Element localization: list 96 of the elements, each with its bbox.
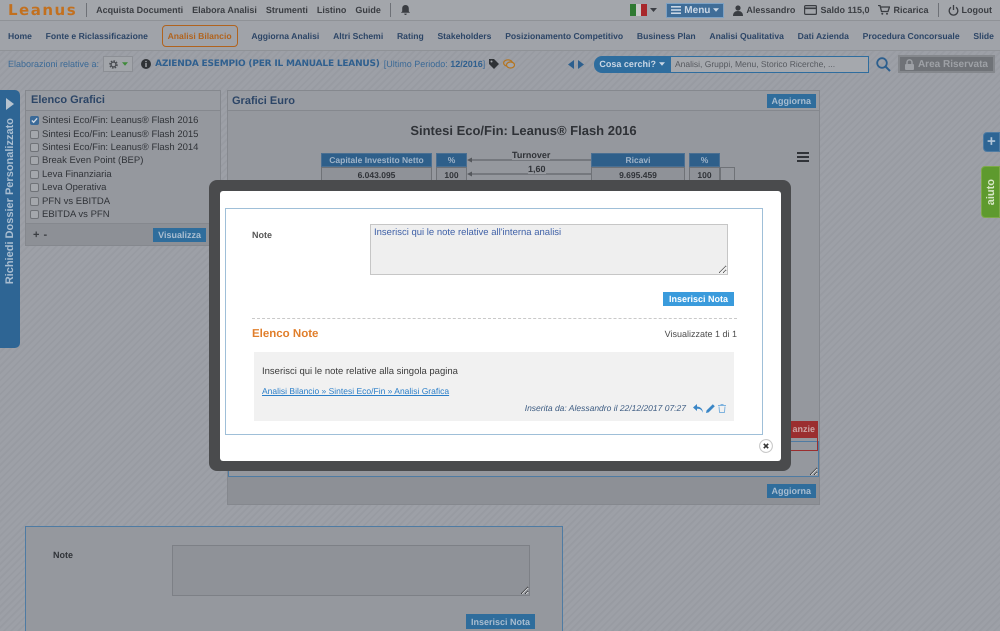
add-side-tab[interactable]: + (983, 132, 1000, 152)
top-menu-link[interactable]: Strumenti (266, 5, 308, 15)
nav-tab[interactable]: Slide (973, 26, 994, 46)
note-author-date: Inserita da: Alessandro il 22/12/2017 07:27 (524, 403, 686, 413)
period-label: [Ultimo Periodo: 12/2016] (384, 59, 486, 69)
chart-option[interactable]: Sintesi Eco/Fin: Leanus® Flash 2016 (42, 115, 198, 126)
flag-icon[interactable] (630, 4, 648, 16)
bell-icon[interactable] (400, 4, 411, 16)
box-header: % (436, 153, 467, 167)
trash-icon[interactable] (718, 404, 726, 412)
turnover-label: Turnover (512, 150, 550, 160)
top-menu-link[interactable]: Acquista Documenti (96, 5, 184, 15)
caret-icon (713, 8, 720, 12)
chart-option[interactable]: Sintesi Eco/Fin: Leanus® Flash 2015 (42, 128, 198, 140)
nav-tab[interactable]: Altri Schemi (333, 26, 384, 46)
insert-note-button[interactable]: Inserisci Nota (662, 292, 734, 306)
turnover-value: 1,60 (528, 164, 546, 174)
breadcrumb-link[interactable]: Analisi Bilancio » Sintesi Eco/Fin » Analisi Grafica (262, 386, 450, 396)
checkbox[interactable] (30, 196, 39, 206)
checkbox[interactable] (30, 142, 39, 152)
help-side-tab[interactable]: aiuto (981, 166, 1000, 218)
nav-tab[interactable]: Dati Azienda (798, 26, 849, 46)
triangle-icon (6, 98, 14, 110)
checkbox[interactable] (30, 116, 39, 126)
nav-tab[interactable]: Aggiorna Analisi (251, 26, 320, 46)
update-button[interactable]: Aggiorna (766, 484, 816, 498)
search-category-dropdown[interactable]: Cosa cerchi? (594, 56, 670, 72)
nav-tab[interactable]: Stakeholders (437, 26, 492, 46)
notes-list-title: Elenco Note (252, 328, 318, 340)
notes-count: Visualizzate 1 di 1 (664, 329, 737, 339)
chart-option[interactable]: Break Even Point (BEP) (42, 155, 144, 166)
note-field[interactable]: Inserisci qui le note relative all'interna analisi (370, 224, 728, 275)
dossier-side-tab[interactable]: Richiedi Dossier Personalizzato (0, 90, 20, 348)
box-header: Capitale Investito Netto (321, 153, 432, 167)
caret-icon (122, 62, 128, 66)
search-field[interactable]: Analisi, Gruppi, Menu, Storico Ricerche, ... (670, 56, 869, 72)
nav-tab[interactable]: Posizionamento Competitivo (505, 26, 624, 46)
user-link[interactable]: Alessandro (733, 4, 796, 16)
pencil-icon[interactable] (706, 404, 715, 412)
reply-icon[interactable] (693, 404, 703, 412)
logout-link[interactable]: Logout (948, 4, 992, 16)
panel-title: Grafici Euro (232, 94, 295, 106)
note-text: Inserisci qui le note relative alla singola pagina (262, 366, 459, 377)
checkbox[interactable] (30, 183, 39, 192)
box-header: Ricavi (591, 153, 685, 167)
update-button[interactable]: Aggiorna (766, 94, 816, 108)
nav-tab[interactable]: Analisi Qualitativa (709, 26, 784, 46)
top-menu-link[interactable]: Elabora Analisi (192, 5, 257, 15)
panel-title: Elenco Grafici (26, 91, 220, 111)
note-label: Note (252, 229, 273, 242)
menu-icon[interactable] (797, 152, 809, 162)
box-header: % (689, 153, 720, 167)
user-icon (733, 4, 744, 16)
show-button[interactable]: Visualizza (153, 228, 206, 242)
insert-note-button[interactable]: Inserisci Nota (466, 614, 535, 629)
recharge-link[interactable]: Ricarica (878, 5, 928, 15)
menu-icon (671, 6, 682, 14)
search-icon[interactable] (876, 56, 891, 72)
settings-dropdown[interactable] (103, 56, 134, 72)
right-arrow-icon[interactable] (578, 60, 584, 68)
balance-link[interactable]: Saldo 115,0 (804, 5, 870, 15)
company-name[interactable]: AZIENDA ESEMPIO (PER IL MANUALE LEANUS) (155, 59, 380, 69)
checkbox[interactable] (30, 210, 39, 219)
remove-link[interactable]: - (43, 228, 48, 241)
nav-tab[interactable]: Home (8, 26, 32, 46)
card-icon (804, 5, 818, 15)
lock-icon (904, 58, 914, 70)
nav-tab[interactable]: Fonte e Riclassificazione (46, 26, 148, 46)
chart-option[interactable]: EBITDA vs PFN (42, 208, 110, 220)
add-link[interactable]: + (33, 228, 40, 241)
nav-tab[interactable]: Rating (396, 26, 424, 46)
chart-title: Sintesi Eco/Fin: Leanus® Flash 2016 (409, 123, 638, 138)
chart-option[interactable]: Leva Operativa (42, 182, 106, 194)
cart-icon (878, 5, 890, 15)
top-menu-link[interactable]: Listino (316, 5, 346, 15)
chart-option[interactable]: Sintesi Eco/Fin: Leanus® Flash 2014 (42, 142, 198, 153)
left-arrow-icon[interactable] (568, 60, 574, 68)
caret-icon (658, 62, 665, 66)
checkbox[interactable] (30, 170, 39, 179)
nav-tab[interactable]: Procedura Concorsuale (862, 26, 960, 46)
power-icon (948, 4, 958, 16)
note-label: Note (53, 549, 74, 562)
nav-tab[interactable]: Business Plan (636, 26, 696, 46)
gear-icon (108, 58, 120, 70)
chart-option[interactable]: PFN vs EBITDA (42, 196, 110, 207)
tag-icon[interactable] (489, 59, 500, 69)
caret-icon[interactable] (650, 8, 658, 12)
menu-button[interactable]: Menu (666, 2, 724, 18)
info-icon[interactable] (141, 59, 152, 69)
checkbox[interactable] (30, 130, 39, 139)
top-menu-link[interactable]: Guide (355, 5, 381, 15)
checkbox[interactable] (30, 156, 39, 166)
close-icon[interactable] (759, 439, 773, 453)
note-field[interactable] (172, 545, 530, 596)
chart-option[interactable]: Leva Finanziaria (42, 168, 112, 180)
context-label: Elaborazioni relative a: (8, 59, 100, 69)
